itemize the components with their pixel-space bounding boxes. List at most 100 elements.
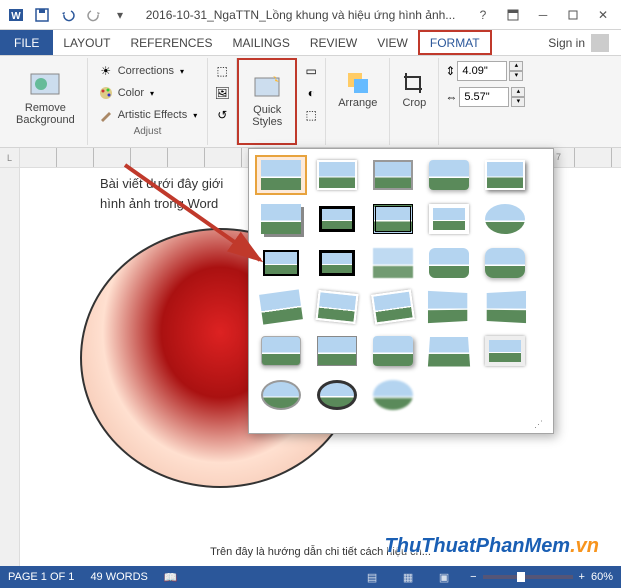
ribbon-tabs: FILE LAYOUT REFERENCES MAILINGS REVIEW V… [0, 30, 621, 56]
reset-picture-button[interactable]: ↺ [210, 104, 234, 126]
corrections-button[interactable]: ☀ Corrections▾ [94, 60, 202, 82]
style-23[interactable] [423, 331, 475, 371]
change-pic-icon: 🖼 [214, 85, 230, 101]
tab-layout[interactable]: LAYOUT [53, 30, 120, 55]
style-27[interactable] [367, 375, 419, 415]
picture-border-button[interactable]: ▭ [299, 60, 323, 82]
palette-icon [98, 85, 114, 101]
style-22[interactable] [367, 331, 419, 371]
layout-icon: ⬚ [303, 107, 319, 123]
titlebar: W ▾ 2016-10-31_NgaTTN_Lồng khung và hiệu… [0, 0, 621, 30]
word-icon[interactable]: W [4, 3, 28, 27]
window-title: 2016-10-31_NgaTTN_Lồng khung và hiệu ứng… [132, 8, 469, 22]
picture-layout-button[interactable]: ⬚ [299, 104, 323, 126]
zoom-slider[interactable] [483, 575, 573, 579]
style-17[interactable] [367, 287, 419, 327]
style-19[interactable] [479, 287, 531, 327]
style-6[interactable] [311, 199, 363, 239]
style-1[interactable] [311, 155, 363, 195]
arrange-icon [346, 71, 370, 95]
width-spinner[interactable]: ▴▾ [511, 87, 525, 107]
watermark-a: ThuThuatPhanMem [385, 535, 571, 557]
picture-effects-button[interactable]: ◐ [299, 82, 323, 104]
ruler-mark: 7 [556, 152, 561, 162]
close-icon[interactable]: ✕ [589, 3, 617, 27]
style-18[interactable] [423, 287, 475, 327]
height-input[interactable]: 4.09" [457, 61, 507, 81]
undo-icon[interactable] [56, 3, 80, 27]
compress-icon: ⬚ [214, 63, 230, 79]
height-spinner[interactable]: ▴▾ [509, 61, 523, 81]
style-9[interactable] [479, 199, 531, 239]
tab-file[interactable]: FILE [0, 30, 53, 55]
window-controls: ? ─ ✕ [469, 3, 617, 27]
save-icon[interactable] [30, 3, 54, 27]
view-web-icon[interactable]: ▣ [434, 568, 454, 586]
group-styles-extra: ▭ ◐ ⬚ [297, 58, 326, 145]
help-icon[interactable]: ? [469, 3, 497, 27]
view-print-icon[interactable]: ▦ [398, 568, 418, 586]
style-4[interactable] [479, 155, 531, 195]
style-16[interactable] [311, 287, 363, 327]
remove-background-button[interactable]: Remove Background [10, 60, 81, 134]
change-picture-button[interactable]: 🖼 [210, 82, 234, 104]
style-7[interactable] [367, 199, 419, 239]
signin-label: Sign in [548, 36, 585, 50]
redo-icon[interactable] [82, 3, 106, 27]
group-size: ⇕ 4.09" ▴▾ ⇔ 5.57" ▴▾ [439, 58, 531, 145]
view-read-icon[interactable]: ▤ [362, 568, 382, 586]
color-button[interactable]: Color▾ [94, 82, 202, 104]
status-words[interactable]: 49 WORDS [90, 571, 147, 583]
quick-styles-gallery: ⋰ [248, 148, 554, 434]
minimize-icon[interactable]: ─ [529, 3, 557, 27]
width-input[interactable]: 5.57" [459, 87, 509, 107]
maximize-icon[interactable] [559, 3, 587, 27]
style-14[interactable] [479, 243, 531, 283]
brightness-icon: ☀ [98, 63, 114, 79]
crop-button[interactable]: Crop [396, 60, 432, 120]
signin-button[interactable]: Sign in [544, 30, 613, 55]
tab-format[interactable]: FORMAT [418, 30, 492, 55]
adjust-group-label: Adjust [94, 126, 202, 137]
remove-bg-icon [29, 68, 61, 100]
vertical-ruler[interactable] [0, 168, 20, 566]
compress-button[interactable]: ⬚ [210, 60, 234, 82]
color-label: Color [118, 87, 144, 99]
style-25[interactable] [255, 375, 307, 415]
status-page[interactable]: PAGE 1 OF 1 [8, 571, 74, 583]
style-11[interactable] [311, 243, 363, 283]
style-2[interactable] [367, 155, 419, 195]
style-13[interactable] [423, 243, 475, 283]
statusbar: PAGE 1 OF 1 49 WORDS 📖 ▤ ▦ ▣ − + 60% [0, 566, 621, 588]
artistic-effects-button[interactable]: Artistic Effects▾ [94, 104, 202, 126]
zoom-level[interactable]: 60% [591, 571, 613, 583]
status-proof-icon[interactable]: 📖 [164, 571, 178, 584]
style-24[interactable] [479, 331, 531, 371]
arrange-label: Arrange [338, 97, 377, 109]
reset-icon: ↺ [214, 107, 230, 123]
style-3[interactable] [423, 155, 475, 195]
border-icon: ▭ [303, 63, 319, 79]
qat-customize-icon[interactable]: ▾ [108, 3, 132, 27]
group-crop: Crop [390, 58, 439, 145]
tab-review[interactable]: REVIEW [300, 30, 367, 55]
style-26[interactable] [311, 375, 363, 415]
gallery-resize-handle[interactable]: ⋰ [255, 419, 547, 427]
zoom-out-button[interactable]: − [470, 571, 476, 583]
svg-text:W: W [11, 11, 21, 22]
ribbon-options-icon[interactable] [499, 3, 527, 27]
style-20[interactable] [255, 331, 307, 371]
avatar-icon [591, 34, 609, 52]
style-8[interactable] [423, 199, 475, 239]
remove-bg-label: Remove Background [16, 102, 75, 126]
style-21[interactable] [311, 331, 363, 371]
style-15[interactable] [255, 287, 307, 327]
tab-view[interactable]: VIEW [367, 30, 418, 55]
zoom-in-button[interactable]: + [579, 571, 585, 583]
style-12[interactable] [367, 243, 419, 283]
tab-selector[interactable]: L [0, 148, 20, 167]
tab-references[interactable]: REFERENCES [120, 30, 222, 55]
arrange-button[interactable]: Arrange [332, 60, 383, 120]
quick-styles-button[interactable]: Quick Styles [245, 62, 289, 136]
tab-mailings[interactable]: MAILINGS [222, 30, 299, 55]
